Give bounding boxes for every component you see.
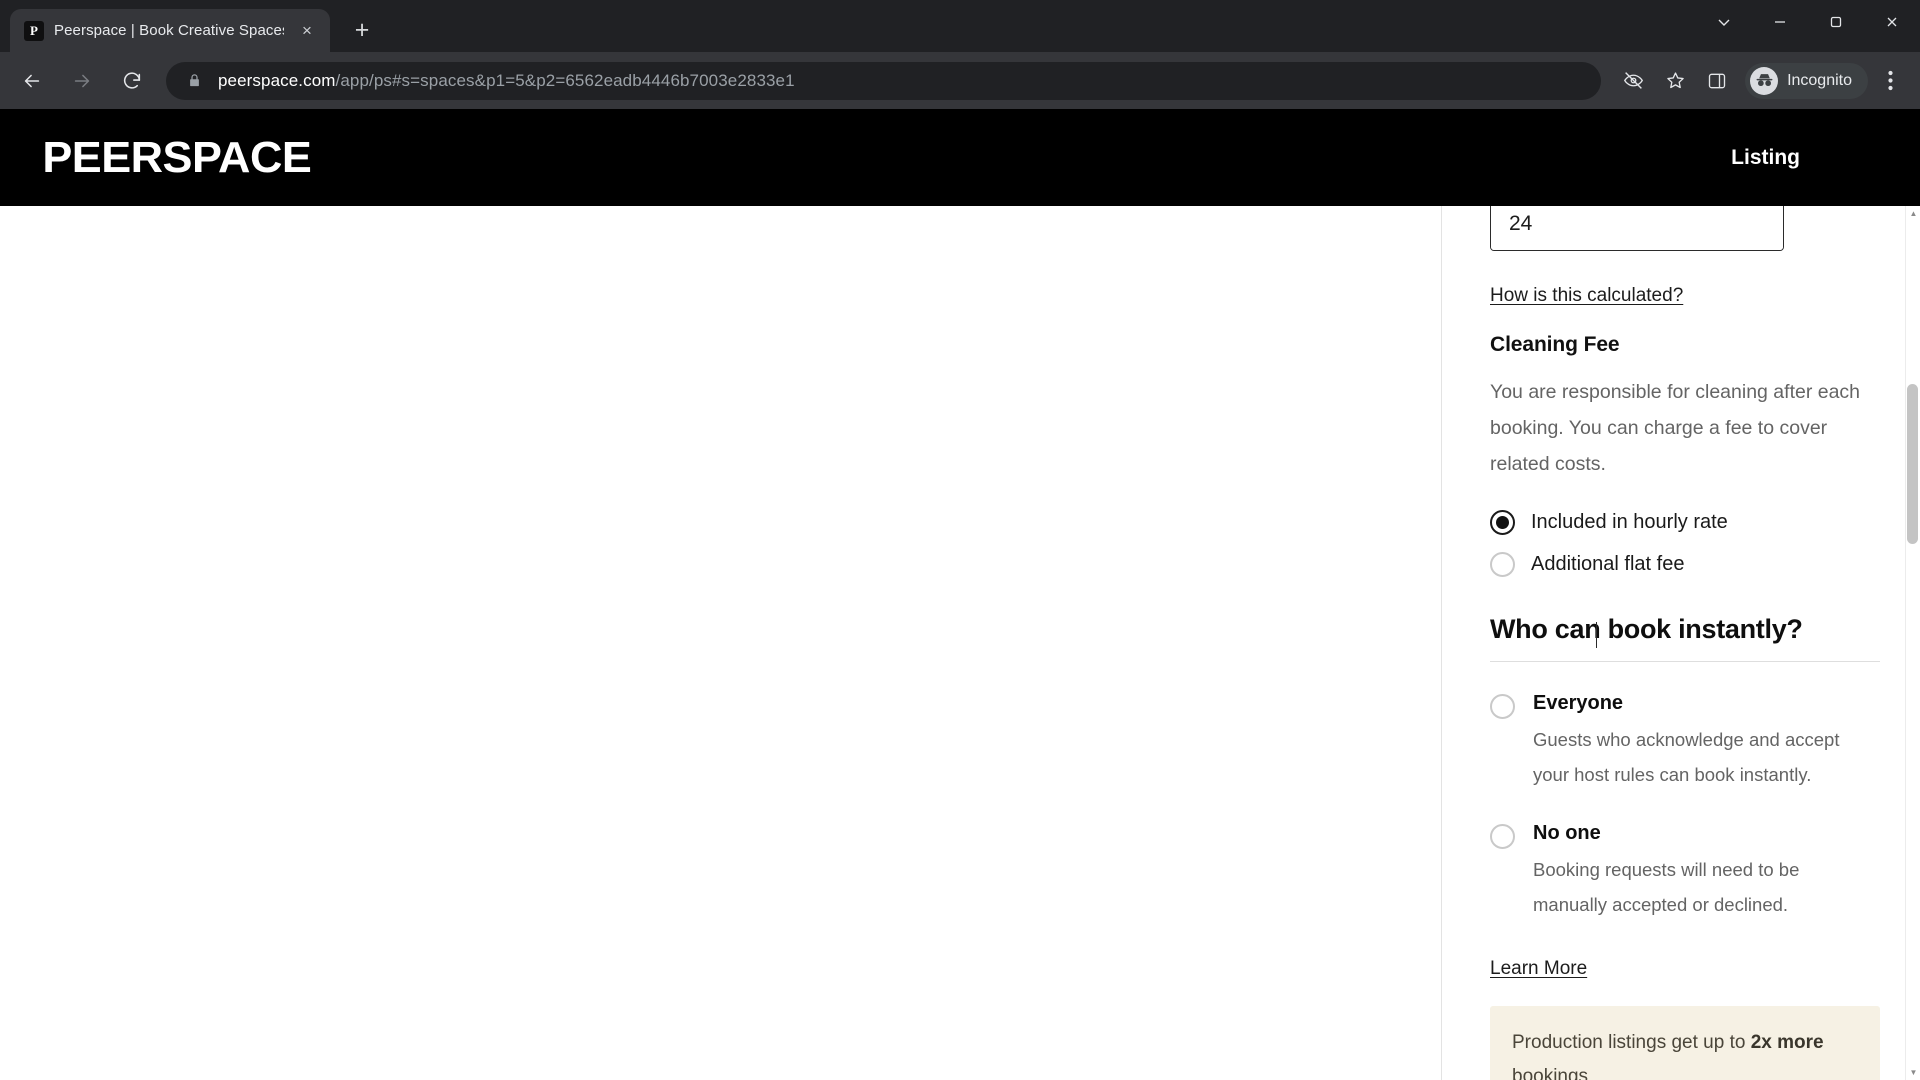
chrome-menu-icon[interactable] — [1870, 61, 1910, 101]
incognito-avatar-icon — [1750, 66, 1779, 95]
toolbar-actions: Incognito — [1613, 61, 1910, 101]
site-header: PEERSPACE Listing — [0, 109, 1920, 206]
scroll-up-arrow-icon[interactable]: ▲ — [1906, 206, 1920, 221]
cleaning-fee-option-included[interactable]: Included in hourly rate — [1490, 508, 1880, 536]
cleaning-fee-radio-group: Included in hourly rate Additional flat … — [1490, 508, 1880, 578]
radio-unselected-icon[interactable] — [1490, 694, 1515, 719]
text-caret — [1596, 622, 1597, 648]
option-title: No one — [1533, 822, 1601, 844]
cleaning-fee-title: Cleaning Fee — [1490, 333, 1620, 356]
scrollbar-thumb[interactable] — [1907, 384, 1918, 544]
bookmark-star-icon[interactable] — [1655, 61, 1695, 101]
tab-search-chevron-icon[interactable] — [1696, 0, 1752, 44]
peerspace-favicon-icon: P — [24, 20, 44, 41]
radio-unselected-icon[interactable] — [1490, 552, 1515, 577]
scroll-down-arrow-icon[interactable]: ▼ — [1906, 1065, 1920, 1080]
promo-text: Production listings get up to 2x more bo… — [1512, 1026, 1842, 1080]
promo-text-after: bookings — [1512, 1066, 1589, 1080]
page-scrollbar[interactable]: ▲ ▼ — [1905, 206, 1920, 1080]
instant-booking-option-no-one[interactable]: No one Booking requests will need to be … — [1490, 820, 1880, 922]
address-bar[interactable]: peerspace.com/app/ps#s=spaces&p1=5&p2=65… — [166, 61, 1602, 100]
reload-button-icon[interactable] — [112, 61, 152, 101]
window-controls — [1696, 0, 1920, 44]
maximize-window-icon[interactable] — [1808, 0, 1864, 44]
page-viewport: PEERSPACE Listing % off How is this calc… — [0, 109, 1920, 1080]
cleaning-fee-option-flat-fee[interactable]: Additional flat fee — [1490, 550, 1880, 578]
header-nav-listing[interactable]: Listing — [1731, 146, 1800, 170]
cleaning-fee-option-label: Included in hourly rate — [1531, 511, 1728, 533]
third-party-cookie-blocked-icon[interactable] — [1613, 61, 1653, 101]
option-description: Booking requests will need to be manuall… — [1533, 859, 1800, 915]
listing-settings-pane: % off How is this calculated? Cleaning F… — [1442, 206, 1920, 1080]
url-text: peerspace.com/app/ps#s=spaces&p1=5&p2=65… — [218, 71, 795, 91]
promo-highlight: 2x more — [1750, 1032, 1824, 1053]
new-tab-button[interactable]: + — [344, 12, 380, 48]
incognito-profile-chip[interactable]: Incognito — [1745, 62, 1868, 99]
url-path: /app/ps#s=spaces&p1=5&p2=6562eadb4446b70… — [335, 70, 795, 90]
cleaning-fee-description: You are responsible for cleaning after e… — [1490, 381, 1861, 475]
tab-strip: P Peerspace | Book Creative Spaces × + — [0, 0, 1920, 52]
cleaning-fee-option-label: Additional flat fee — [1531, 553, 1685, 575]
option-title: Everyone — [1533, 692, 1624, 714]
instant-booking-option-everyone[interactable]: Everyone Guests who acknowledge and acce… — [1490, 690, 1880, 792]
url-host: peerspace.com — [218, 70, 336, 90]
learn-more-link[interactable]: Learn More — [1490, 958, 1587, 980]
discount-percent-input[interactable] — [1491, 206, 1783, 250]
production-listings-promo-banner: Production listings get up to 2x more bo… — [1490, 1006, 1880, 1080]
promo-text-before: Production listings get up to — [1512, 1032, 1751, 1053]
minimize-window-icon[interactable] — [1752, 0, 1808, 44]
peerspace-logo[interactable]: PEERSPACE — [42, 133, 311, 183]
heading-divider — [1490, 661, 1880, 662]
tab-close-icon[interactable]: × — [294, 18, 320, 44]
back-button-icon[interactable] — [12, 61, 52, 101]
incognito-label: Incognito — [1787, 71, 1852, 89]
option-description: Guests who acknowledge and accept your h… — [1533, 729, 1840, 785]
page-body: % off How is this calculated? Cleaning F… — [0, 206, 1920, 1080]
instant-booking-heading-text: Who can book instantly? — [1490, 614, 1803, 644]
forward-button-icon[interactable] — [62, 61, 102, 101]
radio-selected-icon[interactable] — [1490, 510, 1515, 535]
browser-toolbar: peerspace.com/app/ps#s=spaces&p1=5&p2=65… — [0, 52, 1920, 109]
left-preview-pane — [0, 206, 1442, 1080]
close-window-icon[interactable] — [1864, 0, 1920, 44]
browser-window: P Peerspace | Book Creative Spaces × + p… — [0, 0, 1920, 1080]
lock-icon — [184, 71, 204, 91]
radio-unselected-icon[interactable] — [1490, 824, 1515, 849]
instant-booking-heading: Who can book instantly? — [1490, 614, 1880, 648]
discount-field-group[interactable]: % off — [1490, 206, 1784, 251]
browser-tab[interactable]: P Peerspace | Book Creative Spaces × — [10, 9, 330, 52]
side-panel-icon[interactable] — [1697, 61, 1737, 101]
how-is-this-calculated-link[interactable]: How is this calculated? — [1490, 285, 1683, 307]
tab-title: Peerspace | Book Creative Spaces — [54, 22, 284, 39]
